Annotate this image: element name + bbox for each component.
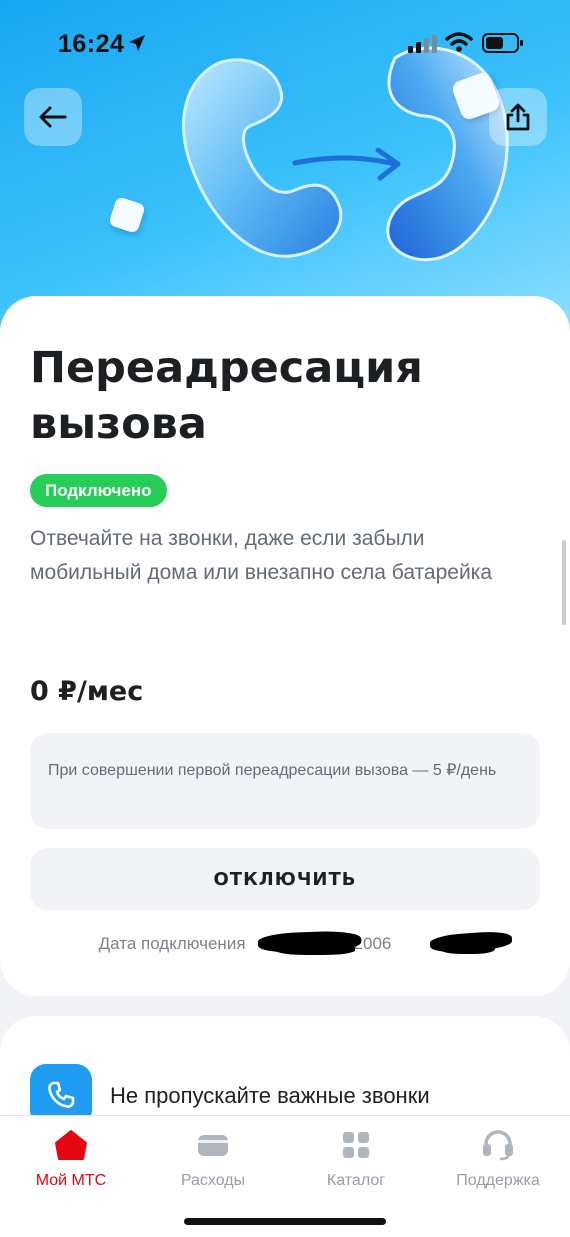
arrow-left-icon xyxy=(39,106,67,128)
status-time: 16:24 xyxy=(58,30,125,58)
back-button[interactable] xyxy=(24,88,82,146)
service-description: Отвечайте на звонки, даже если забыли мо… xyxy=(30,527,493,584)
title-line-1: Переадресация xyxy=(30,343,423,393)
phone-icon xyxy=(48,1081,75,1108)
service-price: 0 ₽/мес xyxy=(30,676,144,707)
tab-expenses[interactable]: Расходы xyxy=(142,1126,284,1190)
feature-title: Не пропускайте важные звонки xyxy=(110,1083,430,1108)
tab-label: Расходы xyxy=(180,1172,246,1189)
wallet-icon xyxy=(198,1135,228,1156)
connection-date-label: Дата подключения xyxy=(98,934,246,953)
location-arrow-icon xyxy=(129,35,145,51)
home-icon xyxy=(55,1130,87,1160)
cellular-signal-icon xyxy=(408,35,437,53)
wifi-icon xyxy=(445,32,473,52)
status-badge: Подключено xyxy=(30,474,167,507)
redaction-mark xyxy=(440,942,495,954)
home-indicator[interactable] xyxy=(184,1218,386,1225)
battery-icon xyxy=(482,33,523,53)
tariff-note: При совершении первой переадресации вызо… xyxy=(30,733,540,829)
hero-banner: 16:24 xyxy=(0,0,570,340)
cube-decoration xyxy=(108,196,146,234)
tab-label: Поддержка xyxy=(456,1172,540,1189)
grid-icon xyxy=(343,1132,369,1158)
redaction-mark xyxy=(275,943,355,955)
title-line-2: вызова xyxy=(30,399,207,449)
headset-icon xyxy=(483,1130,513,1161)
tab-my-mts[interactable]: Мой МТС xyxy=(0,1126,142,1190)
tab-catalog[interactable]: Каталог xyxy=(285,1126,427,1190)
share-button[interactable] xyxy=(489,88,547,146)
disconnect-button[interactable]: ОТКЛЮЧИТЬ xyxy=(30,848,540,910)
tab-label: Мой МТС xyxy=(35,1172,107,1189)
page-title: Переадресация вызова xyxy=(30,340,530,452)
status-bar: 16:24 xyxy=(0,0,570,80)
tab-label: Каталог xyxy=(326,1172,386,1189)
scroll-indicator[interactable] xyxy=(562,540,566,625)
tab-support[interactable]: Поддержка xyxy=(427,1126,569,1190)
share-icon xyxy=(506,103,530,131)
